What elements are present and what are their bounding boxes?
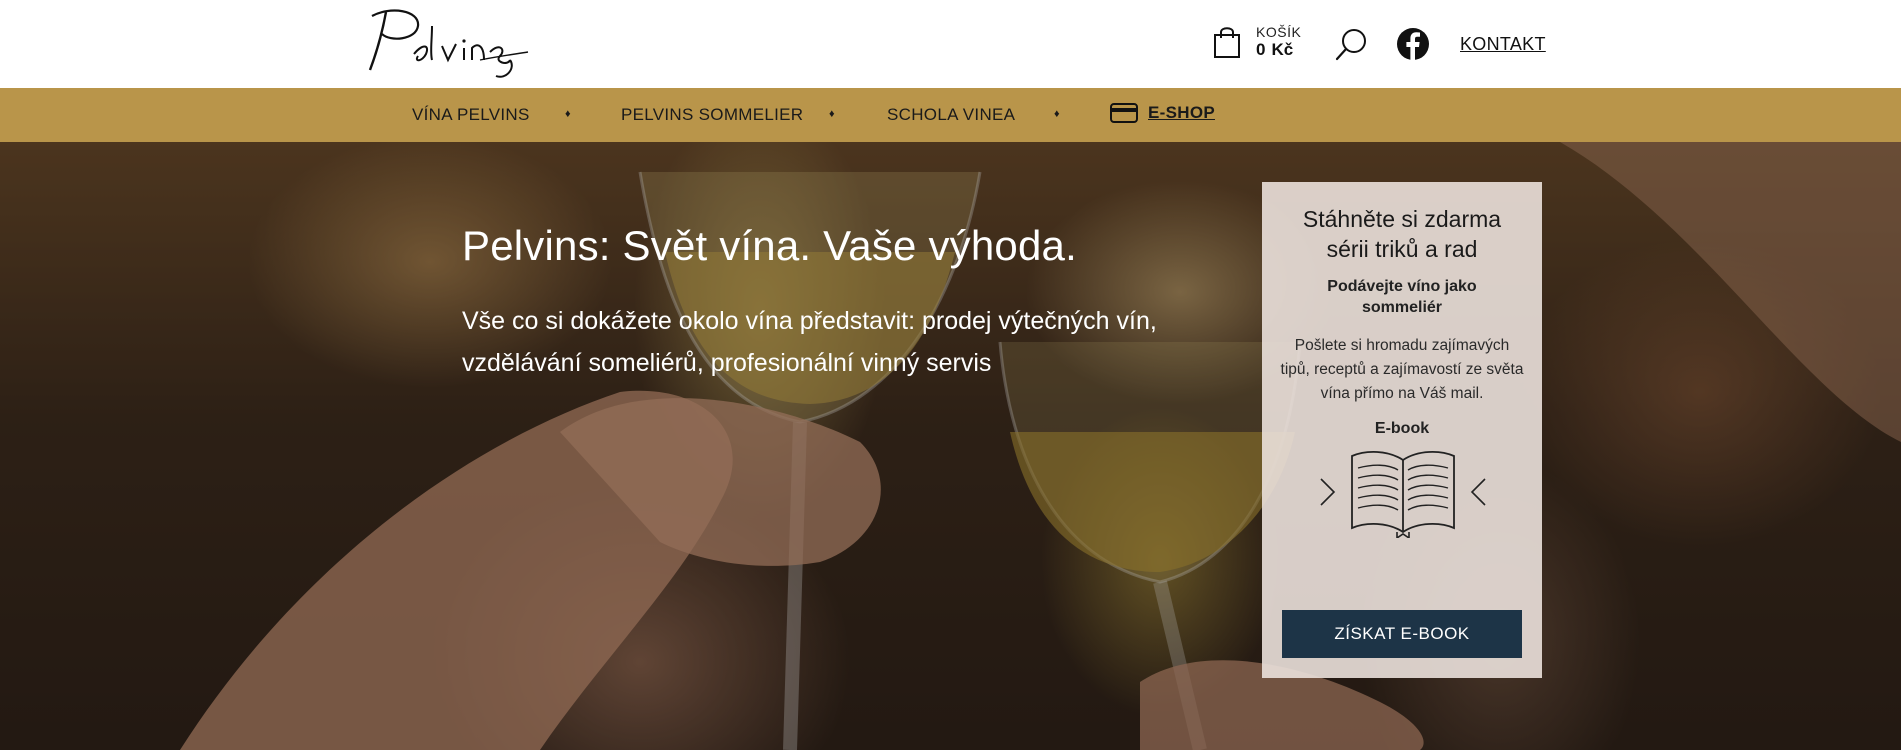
logo[interactable]	[360, 4, 532, 84]
cart-currency: Kč	[1271, 40, 1294, 60]
hero-title: Pelvins: Svět vína. Vaše výhoda.	[462, 222, 1077, 269]
nav-separator: ♦	[829, 108, 835, 120]
cart-summary: KOŠÍK 0 Kč	[1256, 24, 1301, 60]
nav-item-schola-vinea[interactable]: SCHOLA VINEA	[887, 105, 1015, 125]
search-icon[interactable]	[1334, 28, 1368, 62]
panel-title: Stáhněte si zdarma sérii triků a rad	[1302, 206, 1502, 262]
credit-card-icon	[1110, 103, 1138, 123]
cart[interactable]: KOŠÍK 0 Kč	[1212, 24, 1301, 60]
get-ebook-button[interactable]: ZÍSKAT E-BOOK	[1282, 610, 1522, 658]
hero-banner: Pelvins: Svět vína. Vaše výhoda. Vše co …	[0, 142, 1901, 750]
chevron-left-icon[interactable]	[1468, 476, 1488, 508]
cart-label: KOŠÍK	[1256, 24, 1302, 40]
ebook-carousel	[1262, 448, 1542, 544]
shopping-bag-icon	[1214, 27, 1240, 58]
cart-total: 0 Kč	[1256, 40, 1301, 60]
open-book-icon	[1351, 451, 1455, 538]
nav-item-eshop[interactable]: E-SHOP	[1110, 103, 1215, 123]
hero-subtitle: Vše co si dokážete okolo vína představit…	[462, 307, 1157, 377]
panel-subtitle: Podávejte víno jako sommeliér	[1327, 278, 1477, 316]
logo-script	[368, 9, 529, 78]
panel-description: Pošlete si hromadu zajímavých tipů, rece…	[1280, 337, 1524, 402]
ebook-panel: Stáhněte si zdarma sérii triků a rad Pod…	[1262, 182, 1542, 678]
chevron-right-icon[interactable]	[1318, 476, 1338, 508]
site-header: KOŠÍK 0 Kč KONTAKT	[0, 0, 1901, 88]
panel-label: E-book	[1374, 420, 1430, 437]
facebook-icon[interactable]	[1396, 27, 1430, 61]
nav-item-pelvins-sommelier[interactable]: PELVINS SOMMELIER	[621, 105, 803, 125]
nav-separator: ♦	[565, 108, 571, 120]
nav-separator: ♦	[1054, 108, 1060, 120]
nav-item-vina-pelvins[interactable]: VÍNA PELVINS	[412, 105, 530, 125]
eshop-label: E-SHOP	[1148, 103, 1215, 122]
main-nav: VÍNA PELVINS ♦ PELVINS SOMMELIER ♦ SCHOL…	[0, 88, 1901, 142]
contact-link[interactable]: KONTAKT	[1460, 34, 1546, 55]
cart-amount: 0	[1256, 40, 1266, 60]
